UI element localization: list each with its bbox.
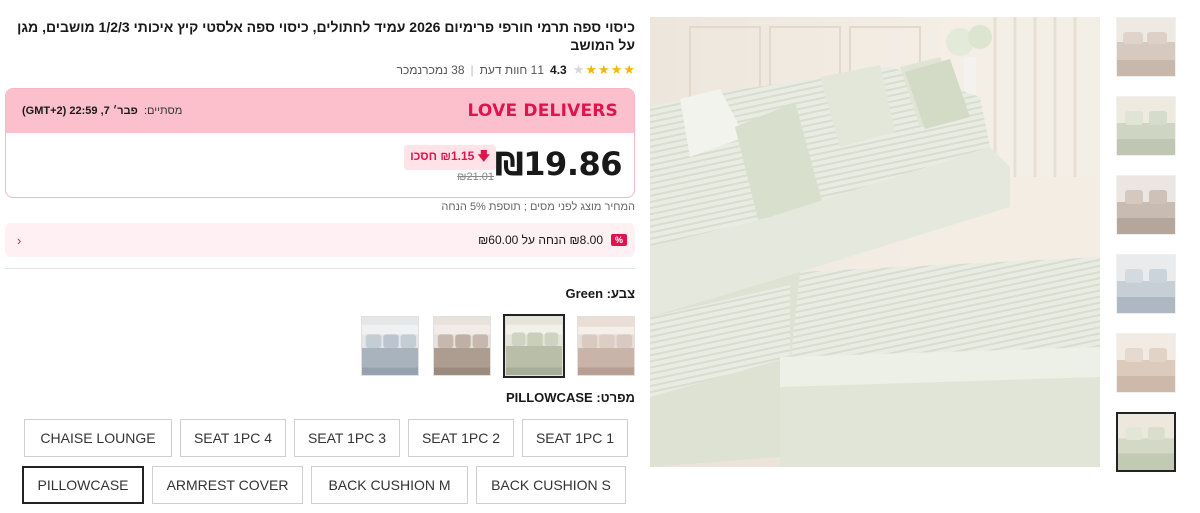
save-amount: ₪1.15 חסכו	[410, 149, 475, 163]
current-price: ₪19.86	[494, 145, 623, 183]
coupon-text: ₪8.00 הנחה על ₪60.00	[478, 233, 603, 247]
color-swatch-brown[interactable]	[433, 316, 491, 376]
color-label-text: צבע:	[606, 286, 635, 301]
sold-count: 38 נמכרנמכר	[396, 63, 465, 77]
down-arrow-icon: 🡇	[477, 149, 490, 163]
option-chaise-lounge[interactable]: CHAISE LOUNGE	[24, 419, 172, 457]
deal-ends-time: פבר׳ 7, 22:59 (GMT+2)	[22, 105, 138, 117]
thumbnail-image	[1117, 255, 1175, 313]
review-count[interactable]: 11 חוות דעת	[480, 63, 544, 77]
star-icon: ★	[623, 62, 635, 77]
coupon-icon: %	[611, 234, 627, 246]
thumbnail-1[interactable]	[1116, 17, 1176, 77]
spec-label: מפרט: PILLOWCASE	[506, 390, 635, 405]
divider	[5, 268, 635, 269]
sofa-image	[650, 17, 1100, 467]
thumbnail-3[interactable]	[1116, 175, 1176, 235]
option-seat-1pc-1[interactable]: SEAT 1PC 1	[522, 419, 628, 457]
color-swatch-blue[interactable]	[361, 316, 419, 376]
thumbnail-4[interactable]	[1116, 254, 1176, 314]
thumbnail-strip	[1116, 17, 1178, 491]
deal-timer: מסתיים: פבר׳ 7, 22:59 (GMT+2)	[22, 105, 183, 117]
option-seat-1pc-3[interactable]: SEAT 1PC 3	[294, 419, 400, 457]
swatch-beige-image	[578, 317, 634, 375]
rating-row[interactable]: ★ ★ ★ ★ ★ 4.3 11 חוות דעת | 38 נמכרנמכר	[397, 62, 635, 78]
option-seat-1pc-2[interactable]: SEAT 1PC 2	[408, 419, 514, 457]
thumbnail-image	[1118, 414, 1174, 470]
option-seat-1pc-4[interactable]: SEAT 1PC 4	[180, 419, 286, 457]
coupon-bar[interactable]: % ₪8.00 הנחה על ₪60.00 ‹	[5, 223, 635, 257]
color-swatch-green[interactable]	[503, 314, 565, 378]
deal-ends-label: מסתיים	[147, 105, 183, 117]
original-price: ₪21.01	[457, 171, 494, 183]
thumbnail-2[interactable]	[1116, 96, 1176, 156]
option-back-cushion-m[interactable]: BACK CUSHION M	[311, 466, 468, 504]
option-armrest-cover[interactable]: ARMREST COVER	[152, 466, 303, 504]
star-icon: ★	[585, 62, 598, 77]
color-value: Green	[565, 286, 604, 301]
thumbnail-6[interactable]	[1116, 412, 1176, 472]
main-product-image[interactable]	[650, 17, 1100, 467]
coupon-content: % ₪8.00 הנחה על ₪60.00	[478, 233, 627, 247]
star-icon: ★	[610, 62, 623, 77]
option-back-cushion-s[interactable]: BACK CUSHION S	[476, 466, 626, 504]
star-icon: ★	[598, 62, 610, 77]
swatch-blue-image	[362, 317, 418, 375]
thumbnail-image	[1117, 334, 1175, 392]
deal-title: LOVE DELIVERS	[467, 101, 618, 121]
product-title: כיסוי ספה תרמי חורפי פרימיום 2026 עמיד ל…	[17, 19, 635, 53]
rating-stars: ★ ★ ★ ★ ★	[573, 63, 635, 77]
chevron-left-icon[interactable]: ‹	[17, 233, 21, 248]
spec-value: PILLOWCASE	[506, 390, 593, 405]
spec-label-text: מפרט:	[596, 390, 635, 405]
color-swatches	[361, 314, 635, 378]
save-badge: 🡇 ₪1.15 חסכו	[404, 145, 496, 170]
deal-banner: LOVE DELIVERS מסתיים: פבר׳ 7, 22:59 (GMT…	[6, 89, 634, 133]
rating-value: 4.3	[550, 63, 567, 77]
thumbnail-5[interactable]	[1116, 333, 1176, 393]
color-swatch-beige[interactable]	[577, 316, 635, 376]
swatch-brown-image	[434, 317, 490, 375]
swatch-green-image	[506, 317, 562, 375]
price-card: LOVE DELIVERS מסתיים: פבר׳ 7, 22:59 (GMT…	[5, 88, 635, 198]
separator: |	[470, 63, 474, 77]
price-body: ₪19.86 🡇 ₪1.15 חסכו ₪21.01	[6, 133, 634, 197]
color-label: צבע: Green	[565, 286, 635, 301]
thumbnail-image	[1117, 97, 1175, 155]
thumbnail-image	[1117, 176, 1175, 234]
tax-note: המחיר מוצג לפני מסים ; תוספת 5% הנחה	[441, 201, 635, 213]
star-icon: ★	[572, 62, 585, 77]
option-pillowcase[interactable]: PILLOWCASE	[22, 466, 144, 504]
thumbnail-image	[1117, 18, 1175, 76]
